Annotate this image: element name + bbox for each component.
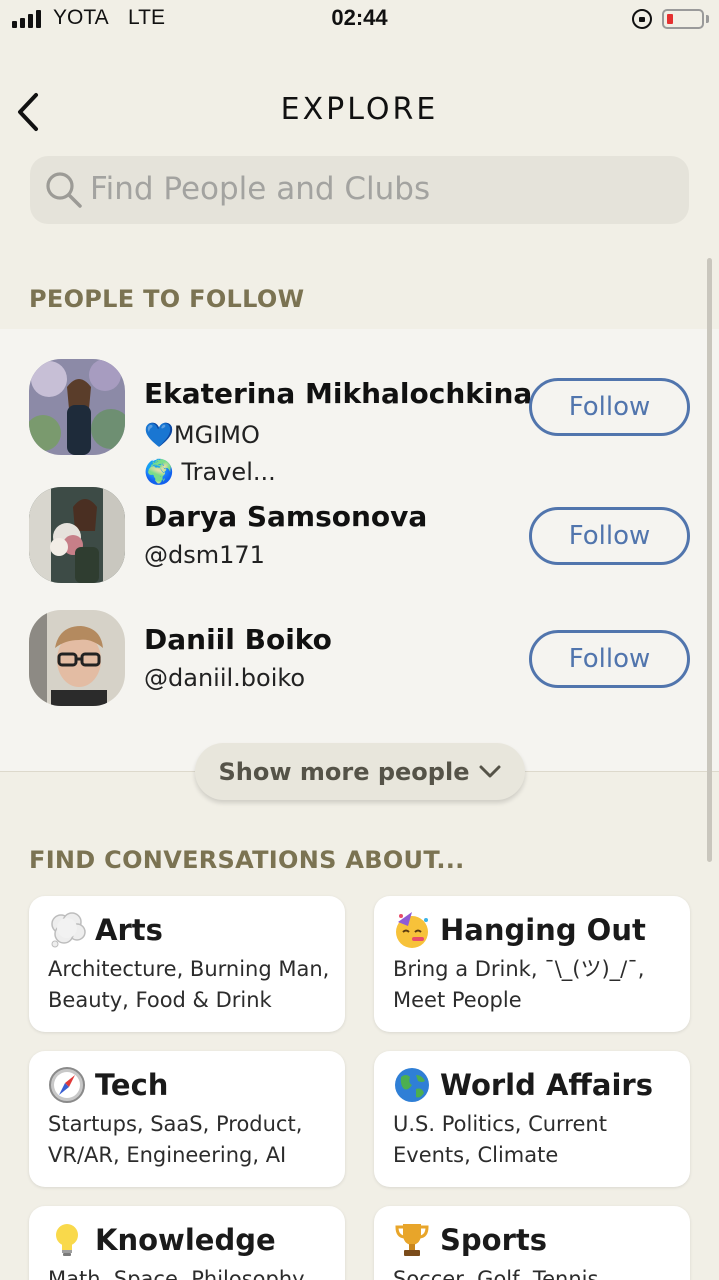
topic-card-world-affairs[interactable]: World Affairs U.S. Politics, Current Eve… — [374, 1051, 690, 1187]
topic-title: Arts — [95, 913, 163, 947]
topic-description: Startups, SaaS, Product, VR/AR, Engineer… — [48, 1112, 303, 1167]
orientation-lock-icon — [632, 9, 652, 29]
chevron-down-icon — [479, 765, 501, 777]
avatar[interactable] — [29, 610, 125, 706]
topic-card-arts[interactable]: Arts Architecture, Burning Man, Beauty, … — [29, 896, 345, 1032]
people-list: Ekaterina Mikhalochkina 💙MGIMO 🌍 Travel.… — [0, 329, 719, 772]
person-name[interactable]: Daniil Boiko — [144, 623, 332, 656]
person-username: @daniil.boiko — [144, 664, 306, 692]
show-more-label: Show more people — [218, 757, 470, 786]
topic-title: Tech — [95, 1068, 169, 1102]
thought-bubble-icon — [51, 912, 86, 948]
page-title: EXPLORE — [280, 92, 439, 127]
topic-title: World Affairs — [440, 1068, 653, 1102]
topic-card-tech[interactable]: Tech Startups, SaaS, Product, VR/AR, Eng… — [29, 1051, 345, 1187]
compass-icon — [49, 1067, 85, 1103]
status-bar: YOTA LTE 02:44 — [0, 0, 719, 40]
globe-icon — [395, 1068, 429, 1102]
person-name[interactable]: Ekaterina Mikhalochkina — [144, 377, 532, 410]
topic-description: Bring a Drink, ¯\_(ツ)_/¯, Meet People — [393, 957, 645, 1012]
topic-card-hanging-out[interactable]: Hanging Out Bring a Drink, ¯\_(ツ)_/¯, Me… — [374, 896, 690, 1032]
person-bio-line: 🌍 Travel... — [144, 458, 276, 486]
topic-title: Knowledge — [95, 1223, 276, 1257]
light-bulb-icon — [56, 1224, 78, 1256]
topics-section-heading: FIND CONVERSATIONS ABOUT... — [29, 846, 465, 874]
topic-title: Hanging Out — [440, 913, 646, 947]
trophy-icon — [395, 1224, 429, 1256]
show-more-people-button[interactable]: Show more people — [195, 743, 525, 800]
person-name[interactable]: Darya Samsonova — [144, 500, 427, 533]
battery-icon — [662, 9, 704, 29]
topic-card-sports[interactable]: Sports Soccer, Golf, Tennis — [374, 1206, 690, 1280]
follow-button[interactable]: Follow — [529, 378, 690, 436]
people-section-heading: PEOPLE TO FOLLOW — [29, 285, 305, 313]
person-row[interactable]: Ekaterina Mikhalochkina 💙MGIMO 🌍 Travel.… — [0, 355, 719, 486]
follow-button[interactable]: Follow — [529, 630, 690, 688]
avatar[interactable] — [29, 359, 125, 455]
person-row[interactable]: Darya Samsonova @dsm171 Follow — [0, 484, 719, 594]
topic-card-knowledge[interactable]: Knowledge Math, Space, Philosophy — [29, 1206, 345, 1280]
topic-description: Math, Space, Philosophy — [48, 1267, 305, 1280]
follow-button[interactable]: Follow — [529, 507, 690, 565]
search-icon — [46, 172, 82, 208]
search-input[interactable] — [90, 166, 670, 212]
avatar[interactable] — [29, 487, 125, 583]
person-row[interactable]: Daniil Boiko @daniil.boiko Follow — [0, 607, 719, 717]
topic-description: Soccer, Golf, Tennis — [393, 1267, 599, 1280]
status-time: 02:44 — [331, 5, 388, 30]
topic-title: Sports — [440, 1223, 547, 1257]
topic-description: U.S. Politics, Current Events, Climate — [393, 1112, 607, 1167]
scrollbar[interactable] — [707, 258, 712, 862]
topic-description: Architecture, Burning Man, Beauty, Food … — [48, 957, 330, 1012]
person-bio-line: 💙MGIMO — [144, 421, 260, 449]
party-face-icon — [396, 912, 428, 948]
person-username: @dsm171 — [144, 541, 265, 569]
